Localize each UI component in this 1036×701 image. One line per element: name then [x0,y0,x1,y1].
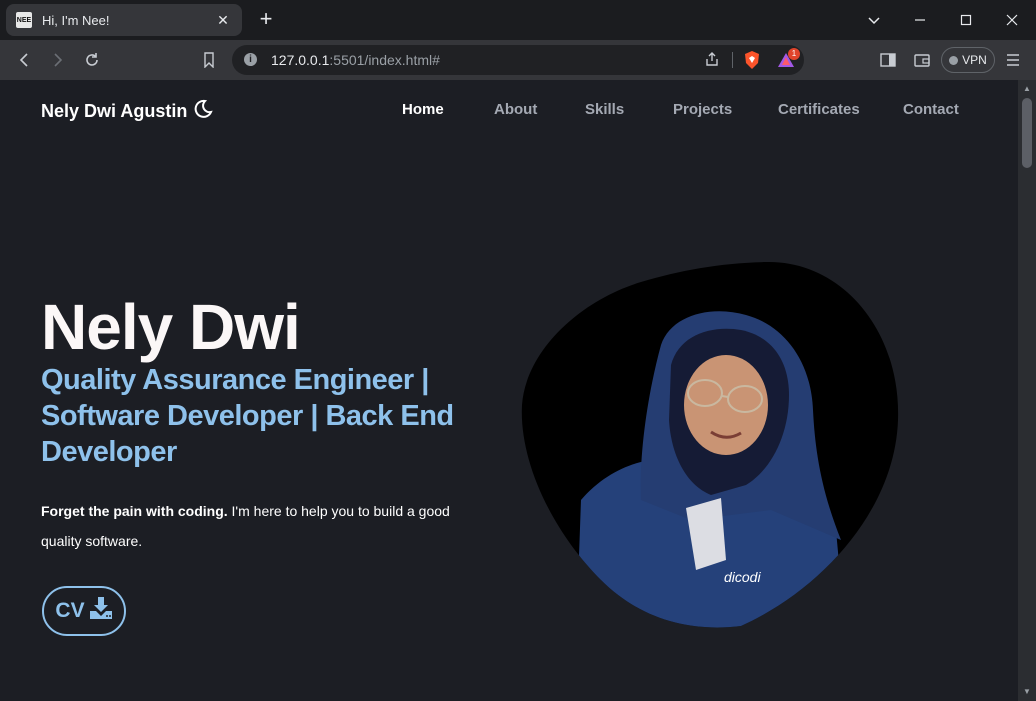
page-scrollbar[interactable]: ▲ ▼ [1018,80,1036,701]
jacket-logo-text: dicodi [724,569,761,585]
nav-about[interactable]: About [494,101,537,118]
brave-shields-icon[interactable] [743,50,761,75]
hero-name: Nely Dwi [41,291,301,363]
omnibox-divider [732,52,733,68]
nav-projects[interactable]: Projects [673,101,732,118]
scroll-down-icon[interactable]: ▼ [1022,687,1032,697]
nav-contact[interactable]: Contact [903,101,959,118]
reload-icon[interactable] [80,48,104,72]
browser-tab-bar: NEE Hi, I'm Nee! ✕ + [0,0,1036,40]
scroll-thumb[interactable] [1022,98,1032,168]
notification-badge: 1 [788,48,800,60]
sidebar-toggle-icon[interactable] [876,48,900,72]
site-favicon-icon: NEE [16,12,32,28]
tab-title: Hi, I'm Nee! [42,12,110,28]
nav-home[interactable]: Home [402,101,444,118]
bookmark-icon[interactable] [197,48,221,72]
profile-photo: dicodi [521,260,901,630]
close-window-button[interactable] [1000,8,1024,32]
cv-label: CV [55,599,85,622]
nav-skills[interactable]: Skills [585,101,624,118]
share-icon[interactable] [704,51,720,72]
main-nav: Home About Skills Projects Certificates … [0,101,1018,121]
scroll-up-icon[interactable]: ▲ [1022,84,1032,94]
nav-certificates[interactable]: Certificates [778,101,860,118]
tab-search-icon[interactable] [862,8,886,32]
vpn-button[interactable]: VPN [941,47,995,73]
new-tab-button[interactable]: + [255,8,277,30]
url-text: 127.0.0.1:5501/index.html# [271,52,440,68]
site-info-icon[interactable]: i [244,53,257,66]
webpage: Nely Dwi Agustin Home About Skills Proje… [0,80,1018,701]
minimize-button[interactable] [908,8,932,32]
browser-tab[interactable]: NEE Hi, I'm Nee! ✕ [6,4,242,36]
vpn-label: VPN [962,53,987,67]
hero-description: Forget the pain with coding. I'm here to… [41,503,450,549]
forward-icon[interactable] [46,48,70,72]
hero-roles: Quality Assurance Engineer | Software De… [41,364,454,468]
vpn-status-icon [949,55,959,65]
maximize-button[interactable] [954,8,978,32]
back-icon[interactable] [12,48,36,72]
address-bar[interactable]: i 127.0.0.1:5501/index.html# 1 [232,45,804,75]
download-icon [89,596,113,626]
wallet-icon[interactable] [910,48,934,72]
tab-close-icon[interactable]: ✕ [214,12,232,29]
menu-icon[interactable] [1001,48,1025,72]
download-cv-button[interactable]: CV [42,586,126,636]
